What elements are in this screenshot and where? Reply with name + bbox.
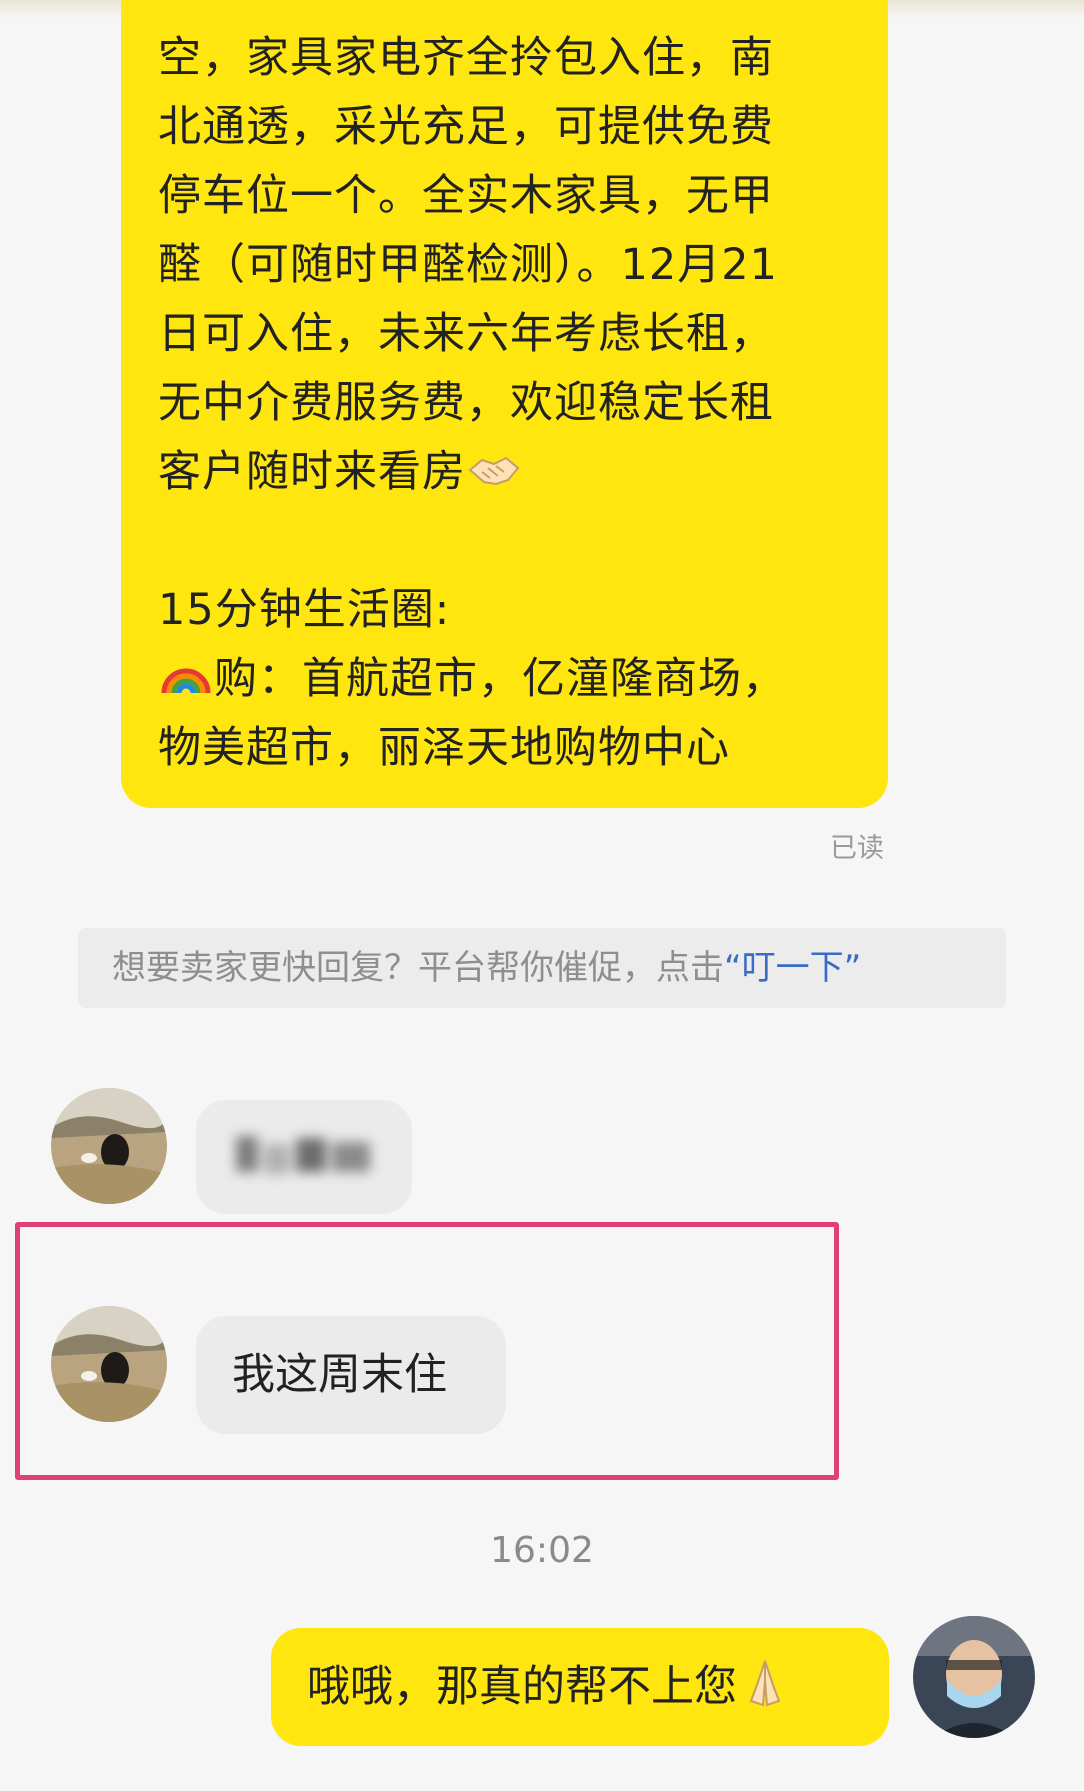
hint-open-quote: “ bbox=[724, 948, 742, 988]
read-status: 已读 bbox=[830, 833, 884, 864]
buyer-avatar[interactable] bbox=[51, 1306, 167, 1422]
seller-avatar[interactable] bbox=[913, 1616, 1035, 1738]
handshake-icon bbox=[468, 456, 520, 486]
seller-listing-message[interactable]: 空，家具家电齐全拎包入住，南 北通透，采光充足，可提供免费 停车位一个。全实木家… bbox=[121, 0, 888, 808]
message-line: 客户随时来看房 bbox=[158, 447, 466, 497]
nudge-hint-bar: 想要卖家更快回复？平台帮你催促，点击“叮一下” bbox=[78, 928, 1006, 1008]
seller-reply-text: 哦哦，那真的帮不上您 bbox=[307, 1662, 737, 1712]
folded-hands-icon bbox=[749, 1660, 781, 1707]
buyer-avatar-photo bbox=[51, 1306, 167, 1422]
seller-avatar-photo bbox=[913, 1616, 1035, 1738]
buyer-avatar-photo bbox=[51, 1088, 167, 1204]
hint-text: 想要卖家更快回复？平台帮你催促，点击 bbox=[112, 948, 724, 988]
message-line: 日可入住，未来六年考虑长租， bbox=[158, 309, 774, 359]
rainbow-icon bbox=[161, 668, 211, 694]
message-line: 北通透，采光充足，可提供免费 bbox=[158, 102, 774, 152]
shopping-line: 购：首航超市，亿潼隆商场， bbox=[158, 645, 858, 714]
message-line: 停车位一个。全实木家具，无甲 bbox=[158, 171, 774, 221]
message-line-with-emoji: 客户随时来看房 bbox=[158, 438, 858, 507]
message-line: 空，家具家电齐全拎包入住，南 bbox=[158, 33, 774, 83]
shopping-text: 购：首航超市，亿潼隆商场， bbox=[214, 654, 786, 704]
hint-close-quote: ” bbox=[843, 948, 862, 988]
seller-reply-message[interactable]: 哦哦，那真的帮不上您 bbox=[271, 1628, 889, 1746]
shopping-line: 物美超市，丽泽天地购物中心 bbox=[158, 723, 730, 773]
buyer-message[interactable]: 我这周末住 bbox=[196, 1316, 506, 1434]
message-timestamp: 16:02 bbox=[490, 1530, 594, 1571]
blurred-text bbox=[236, 1130, 374, 1178]
message-line: 醛（可随时甲醛检测）。12月21 bbox=[158, 240, 778, 290]
buyer-message-text: 我这周末住 bbox=[232, 1350, 447, 1400]
message-line: 无中介费服务费，欢迎稳定长租 bbox=[158, 378, 774, 428]
life-circle-title: 15分钟生活圈: bbox=[158, 585, 451, 635]
nudge-link[interactable]: 叮一下 bbox=[742, 948, 844, 988]
buyer-avatar[interactable] bbox=[51, 1088, 167, 1204]
